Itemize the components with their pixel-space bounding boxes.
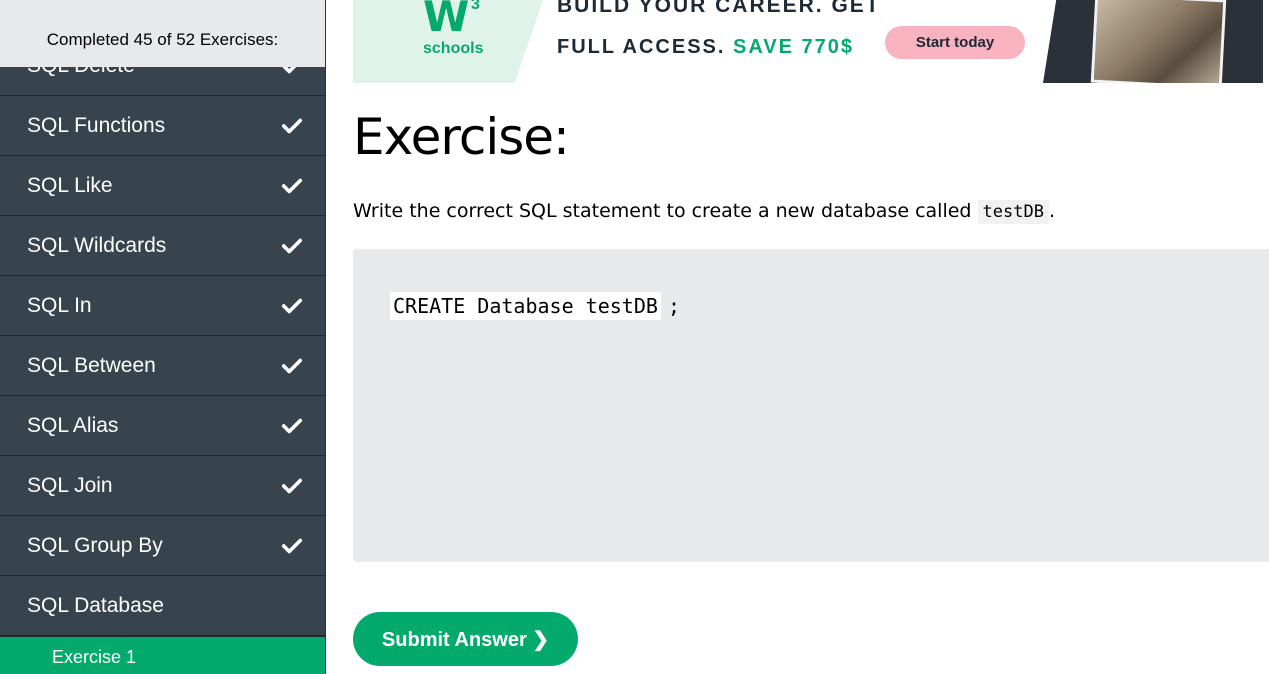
ad-headline-2-prefix: FULL ACCESS. xyxy=(557,36,726,58)
progress-text: Completed 45 of 52 Exercises: xyxy=(46,29,279,49)
sub-item-label: Exercise 1 xyxy=(52,647,137,667)
check-icon xyxy=(281,478,303,493)
w3schools-logo-mark: W xyxy=(423,0,470,41)
check-icon xyxy=(281,298,303,313)
menu-item-label: SQL Alias xyxy=(27,413,119,437)
menu-item-label: SQL Like xyxy=(27,173,113,197)
submit-answer-button[interactable]: Submit Answer ❯ xyxy=(353,612,578,666)
menu-item-label: SQL In xyxy=(27,293,92,317)
check-icon xyxy=(281,238,303,253)
check-icon xyxy=(281,418,303,433)
check-icon xyxy=(281,538,303,553)
check-icon xyxy=(281,358,303,373)
ad-headline-2: FULL ACCESS. SAVE 770$ xyxy=(557,36,854,59)
menu-item-sql-alias[interactable]: SQL Alias xyxy=(0,396,325,456)
ad-headline-1: BUILD YOUR CAREER. GET xyxy=(557,0,881,17)
menu-item-label: SQL Between xyxy=(27,353,156,377)
menu-item-sql-like[interactable]: SQL Like xyxy=(0,156,325,216)
instruction-text: Write the correct SQL statement to creat… xyxy=(353,200,972,222)
w3schools-logo-sup: 3 xyxy=(471,0,480,13)
menu-item-sql-functions[interactable]: SQL Functions xyxy=(0,96,325,156)
menu-item-sql-database[interactable]: SQL Database xyxy=(0,576,325,636)
check-icon xyxy=(281,178,303,193)
instruction-suffix: . xyxy=(1048,200,1055,222)
menu-item-sql-join[interactable]: SQL Join xyxy=(0,456,325,516)
answer-semicolon: ; xyxy=(668,294,681,318)
menu-item-label: SQL Join xyxy=(27,473,113,497)
menu-item-sql-between[interactable]: SQL Between xyxy=(0,336,325,396)
menu-item-label: SQL Wildcards xyxy=(27,233,167,257)
menu-item-label: SQL Group By xyxy=(27,533,163,557)
check-icon xyxy=(281,118,303,133)
menu-item-label: SQL Database xyxy=(27,593,164,617)
menu-item-sql-in[interactable]: SQL In xyxy=(0,276,325,336)
ad-logo-area: W 3 schools xyxy=(353,0,543,83)
exercise-code-box: CREATE Database testDB ; xyxy=(353,249,1269,562)
answer-input[interactable]: CREATE Database testDB xyxy=(390,292,661,320)
exercise-menu: SQL Delete SQL Functions SQL Like SQL Wi… xyxy=(0,36,325,674)
exercise-instruction: Write the correct SQL statement to creat… xyxy=(353,200,1055,224)
page-title: Exercise: xyxy=(353,108,570,166)
start-today-button[interactable]: Start today xyxy=(885,26,1025,59)
menu-item-sql-wildcards[interactable]: SQL Wildcards xyxy=(0,216,325,276)
ad-photo-area xyxy=(1043,0,1263,83)
ad-photo xyxy=(1090,0,1227,83)
progress-header: Completed 45 of 52 Exercises: xyxy=(0,0,325,67)
exercise-sidebar: SQL Delete SQL Functions SQL Like SQL Wi… xyxy=(0,0,326,674)
ad-save-text: SAVE 770$ xyxy=(733,36,855,58)
menu-item-label: SQL Functions xyxy=(27,113,166,137)
sub-item-exercise-1[interactable]: Exercise 1 xyxy=(0,636,325,674)
w3schools-logo-text: schools xyxy=(423,40,484,57)
instruction-code: testDB xyxy=(977,200,1049,224)
menu-item-sql-group-by[interactable]: SQL Group By xyxy=(0,516,325,576)
ad-banner[interactable]: W 3 schools BUILD YOUR CAREER. GET FULL … xyxy=(353,0,1263,83)
